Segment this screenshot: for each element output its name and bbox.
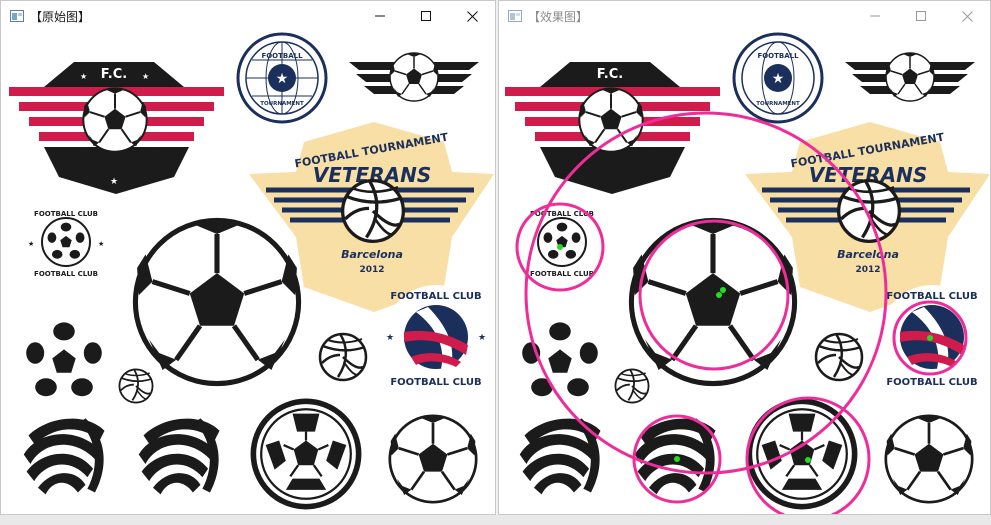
maximize-button[interactable] — [898, 1, 944, 31]
tournament-text: TOURNAMENT — [756, 101, 800, 107]
small-club-badge: FOOTBALL CLUB FOOTBALL CLUB — [530, 210, 594, 278]
svg-text:★: ★ — [142, 72, 149, 81]
window-title: 【原始图】 — [30, 9, 91, 24]
football-text: FOOTBALL — [757, 52, 799, 60]
minimize-icon — [375, 15, 385, 17]
veterans-city: Barcelona — [837, 248, 899, 261]
fc-text: F.C. — [101, 67, 127, 82]
center-marker — [720, 287, 726, 293]
club-badge-bottom: FOOTBALL CLUB — [390, 377, 481, 388]
maximize-button[interactable] — [403, 1, 449, 31]
large-soccer-ball — [135, 220, 298, 383]
volleyball-icon — [318, 332, 368, 382]
svg-text:★: ★ — [386, 333, 394, 343]
winged-ball-logo — [845, 52, 975, 102]
small-club-bottom: FOOTBALL CLUB — [34, 270, 98, 278]
small-volleyball-icon — [118, 368, 154, 404]
center-marker — [805, 457, 811, 463]
app-icon — [10, 10, 24, 22]
svg-text:★: ★ — [110, 177, 118, 187]
veterans-year: 2012 — [359, 265, 384, 275]
center-marker — [557, 244, 563, 250]
image-canvas: F.C. ★ ★ ★ ★ FOOTBALL TOURNAMENT FOOTBAL… — [4, 32, 494, 515]
football-club-badge: FOOTBALL CLUB FOOTBALL CLUB ★ ★ — [384, 285, 488, 389]
close-icon — [961, 10, 973, 22]
panel-ball-icon — [253, 401, 358, 506]
svg-text:★: ★ — [28, 240, 34, 248]
minimize-button[interactable] — [852, 1, 898, 31]
tournament-text: TOURNAMENT — [260, 101, 304, 107]
close-button[interactable] — [449, 1, 495, 31]
close-button[interactable] — [944, 1, 990, 31]
center-marker — [674, 456, 680, 462]
fc-shield-logo: F.C. — [505, 62, 720, 194]
app-icon — [508, 10, 522, 22]
small-club-bottom: FOOTBALL CLUB — [530, 270, 594, 278]
winged-ball-logo — [349, 52, 479, 102]
image-canvas: F.C. ★ FOOTBALL TOURNAMENT FOOTBALL TOUR… — [502, 32, 989, 514]
center-marker — [927, 335, 933, 341]
soccer-ball-icon — [388, 414, 478, 504]
fc-shield-logo: F.C. ★ ★ ★ — [9, 62, 224, 194]
swirl-ball-icon — [23, 418, 105, 495]
desktop-background — [0, 515, 991, 525]
minimize-button[interactable] — [357, 1, 403, 31]
maximize-icon — [916, 11, 926, 21]
result-image-window: 【效果图】 F.C. ★ FOOTBALL TOURNAMENT FOOTBAL… — [498, 0, 991, 515]
small-club-badge: FOOTBALL CLUB FOOTBALL CLUB ★ ★ — [28, 210, 104, 278]
svg-text:★: ★ — [276, 71, 289, 87]
veterans-city: Barcelona — [341, 248, 403, 261]
club-badge-top: FOOTBALL CLUB — [390, 291, 481, 302]
tournament-ring-badge: ★ FOOTBALL TOURNAMENT — [236, 32, 328, 124]
window-title: 【效果图】 — [528, 9, 589, 24]
original-image: F.C. ★ ★ ★ ★ FOOTBALL TOURNAMENT FOOTBAL… — [9, 32, 494, 515]
swirl-ball-icon-2 — [138, 418, 220, 495]
volleyball-icon — [814, 332, 864, 382]
title-bar[interactable]: 【原始图】 — [1, 1, 495, 31]
small-volleyball-icon — [614, 368, 650, 404]
minimize-icon — [870, 15, 880, 17]
star-ball-icon — [26, 322, 102, 397]
maximize-icon — [421, 11, 431, 21]
fc-text: F.C. — [597, 67, 623, 82]
svg-text:★: ★ — [98, 240, 104, 248]
club-badge-top: FOOTBALL CLUB — [886, 291, 977, 302]
small-club-top: FOOTBALL CLUB — [34, 210, 98, 218]
svg-text:★: ★ — [80, 72, 87, 81]
title-bar[interactable]: 【效果图】 — [499, 1, 990, 31]
club-badge-bottom: FOOTBALL CLUB — [886, 377, 977, 388]
football-text: FOOTBALL — [261, 52, 303, 60]
tournament-ring-badge: ★ FOOTBALL TOURNAMENT — [732, 32, 824, 124]
soccer-ball-icon — [884, 414, 974, 504]
center-marker — [716, 292, 722, 298]
svg-text:★: ★ — [772, 71, 785, 87]
close-icon — [466, 10, 478, 22]
star-ball-icon — [522, 322, 598, 397]
veterans-year: 2012 — [855, 265, 880, 275]
original-image-window: 【原始图】 F.C. ★ ★ ★ ★ FOOTBALL TOURNAMENT F… — [0, 0, 496, 515]
result-image: F.C. ★ FOOTBALL TOURNAMENT FOOTBALL TOUR… — [505, 32, 989, 514]
svg-text:★: ★ — [478, 333, 486, 343]
